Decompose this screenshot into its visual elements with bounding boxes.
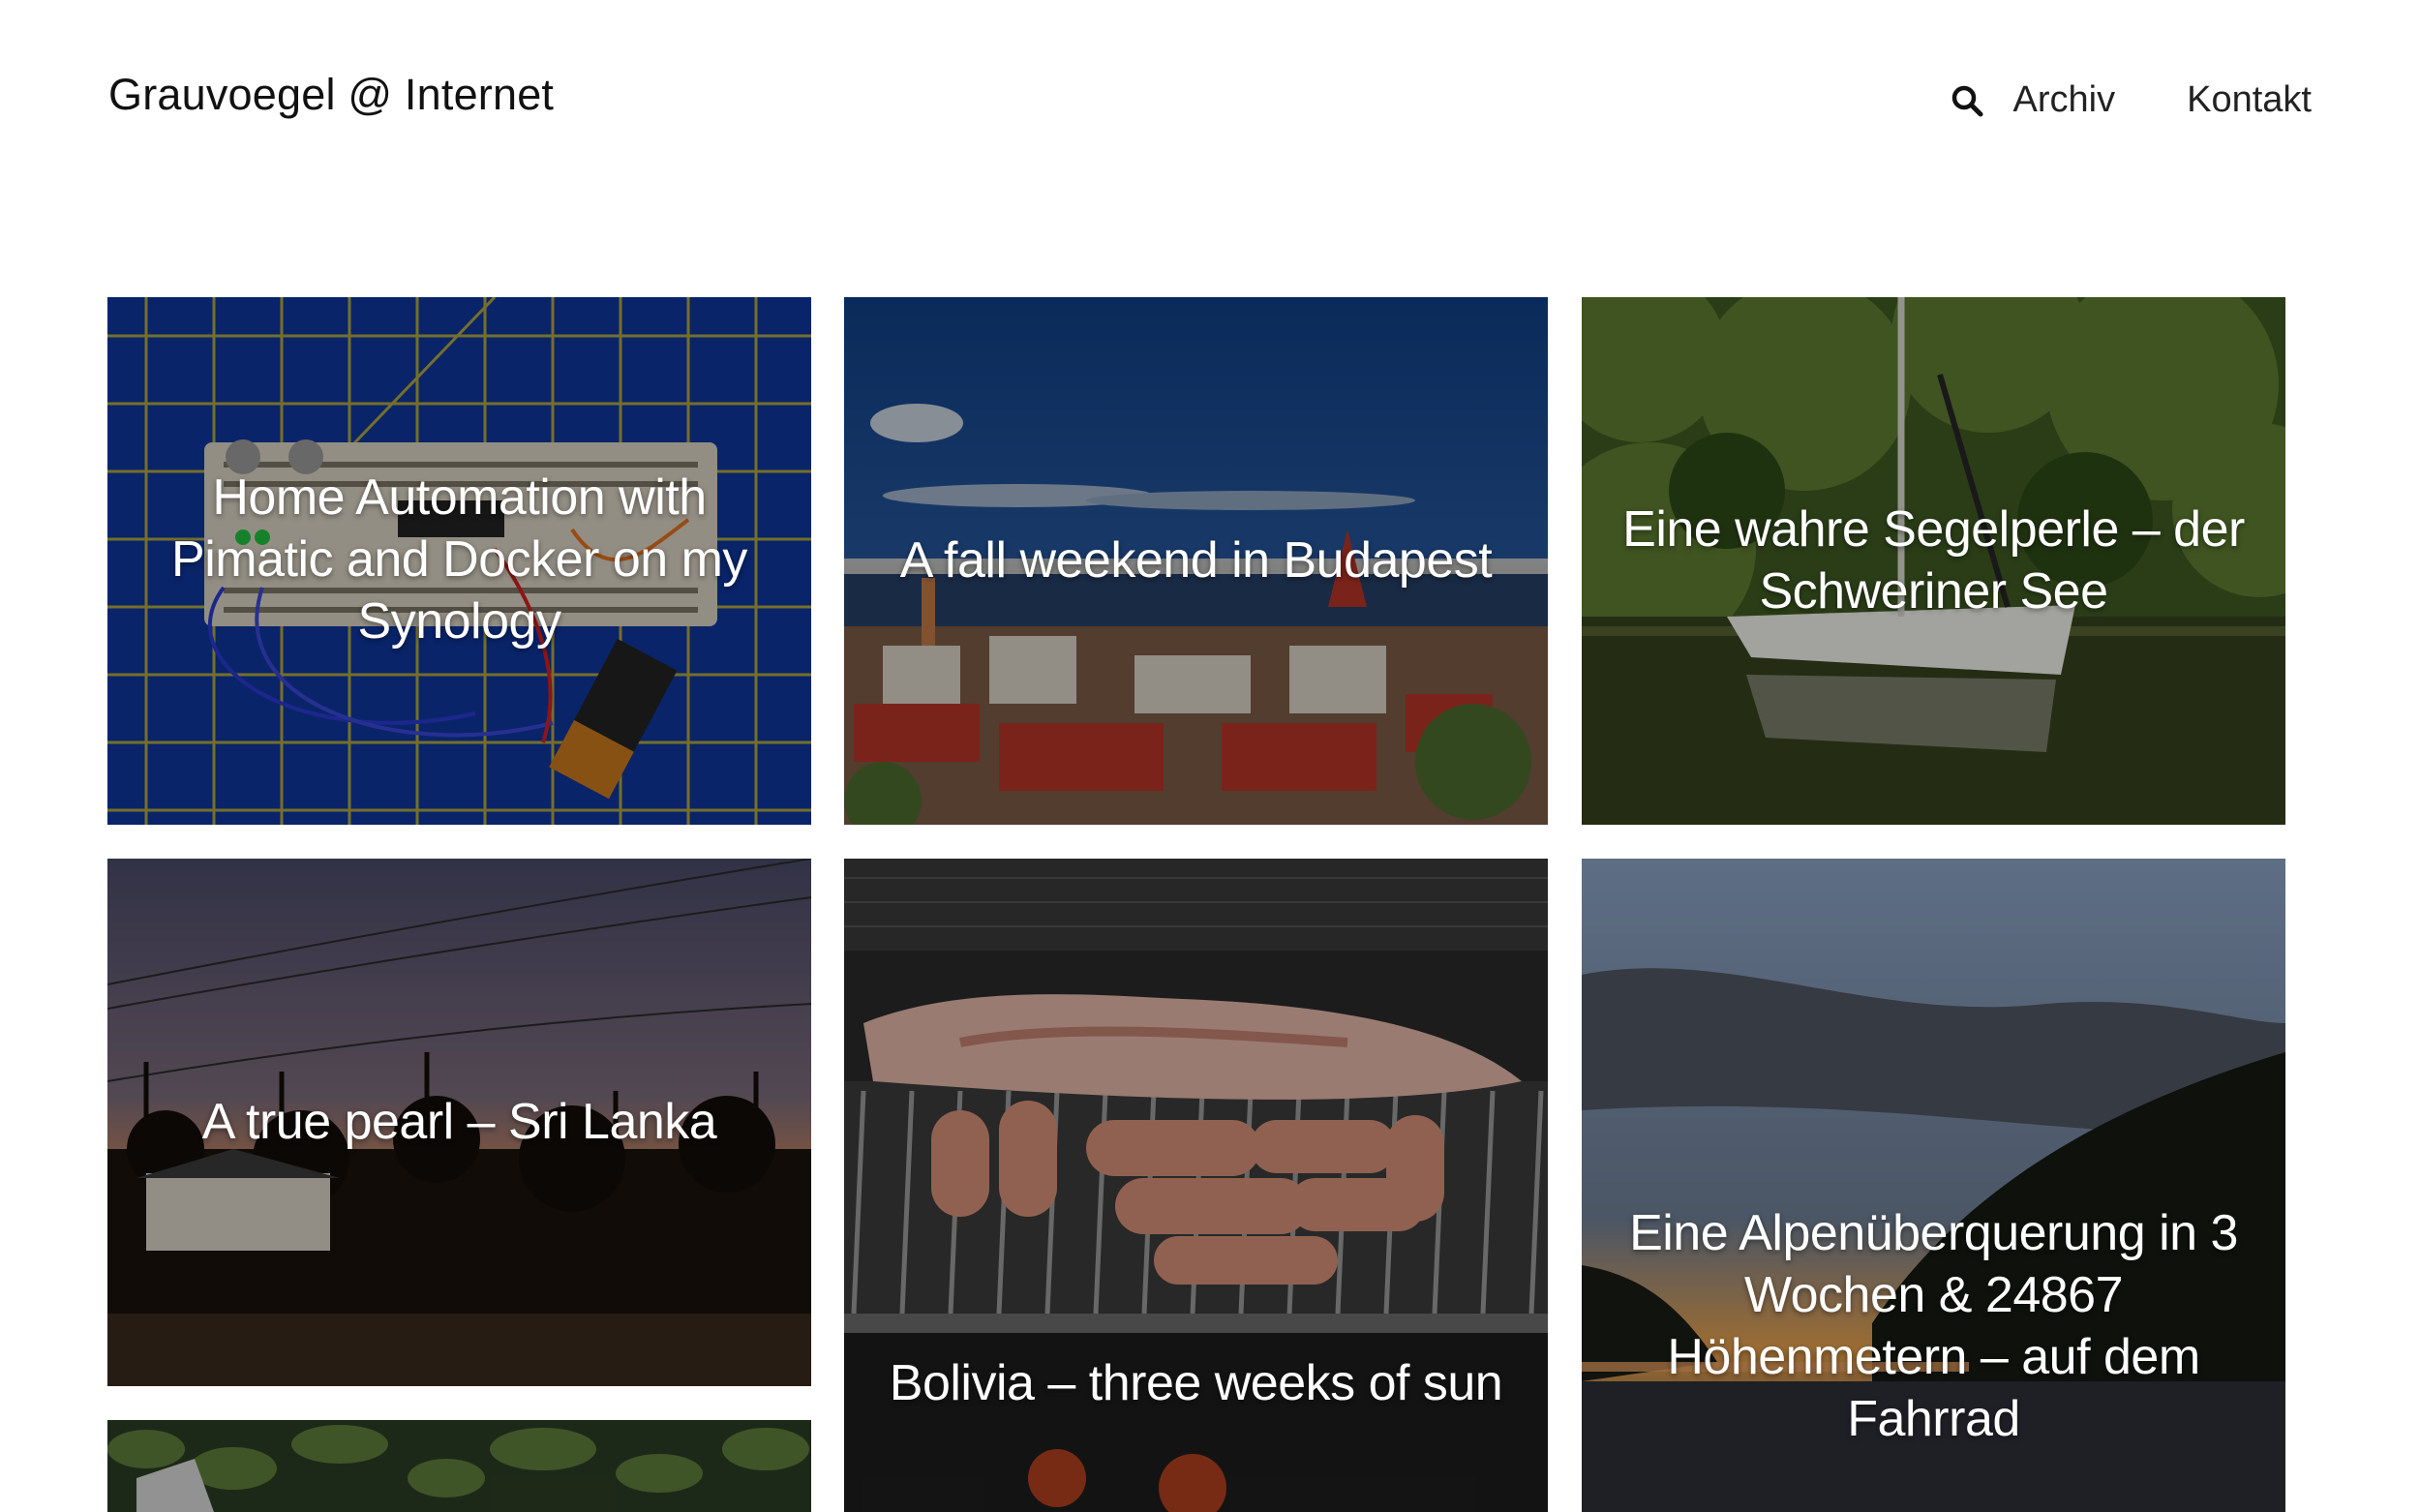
main-nav: Archiv Kontakt: [1950, 79, 2312, 121]
post-tile-partial[interactable]: [107, 1420, 811, 1512]
post-title: A true pearl – Sri Lanka: [201, 1094, 717, 1150]
image-overlay: [107, 1420, 811, 1512]
post-tile-bolivia[interactable]: Bolivia – three weeks of sun: [844, 859, 1548, 1512]
post-title: Bolivia – three weeks of sun: [889, 1355, 1503, 1411]
site-title[interactable]: Grauvoegel @ Internet: [108, 70, 554, 120]
post-title: Eine wahre Segelperle – der Schweriner S…: [1622, 501, 2245, 620]
post-tile-budapest[interactable]: A fall weekend in Budapest: [844, 297, 1548, 825]
post-tile-schweriner-see[interactable]: Eine wahre Segelperle – der Schweriner S…: [1582, 297, 2285, 825]
post-tile-home-automation[interactable]: Home Automation with Pimatic and Docker …: [107, 297, 811, 825]
nav-archiv-link[interactable]: Archiv: [2013, 79, 2116, 121]
post-title: Eine Alpenüberquerung in 3 Wochen & 2486…: [1629, 1205, 2238, 1447]
post-title: Home Automation with Pimatic and Docker …: [171, 469, 747, 650]
post-title: A fall weekend in Budapest: [899, 532, 1493, 589]
nav-kontakt-link[interactable]: Kontakt: [2187, 79, 2312, 121]
search-icon[interactable]: [1950, 83, 1984, 118]
post-tile-alpenueberquerung[interactable]: Eine Alpenüberquerung in 3 Wochen & 2486…: [1582, 859, 2285, 1512]
post-tile-sri-lanka[interactable]: A true pearl – Sri Lanka: [107, 859, 811, 1386]
site-header: Grauvoegel @ Internet Archiv Kontakt: [0, 0, 2420, 194]
